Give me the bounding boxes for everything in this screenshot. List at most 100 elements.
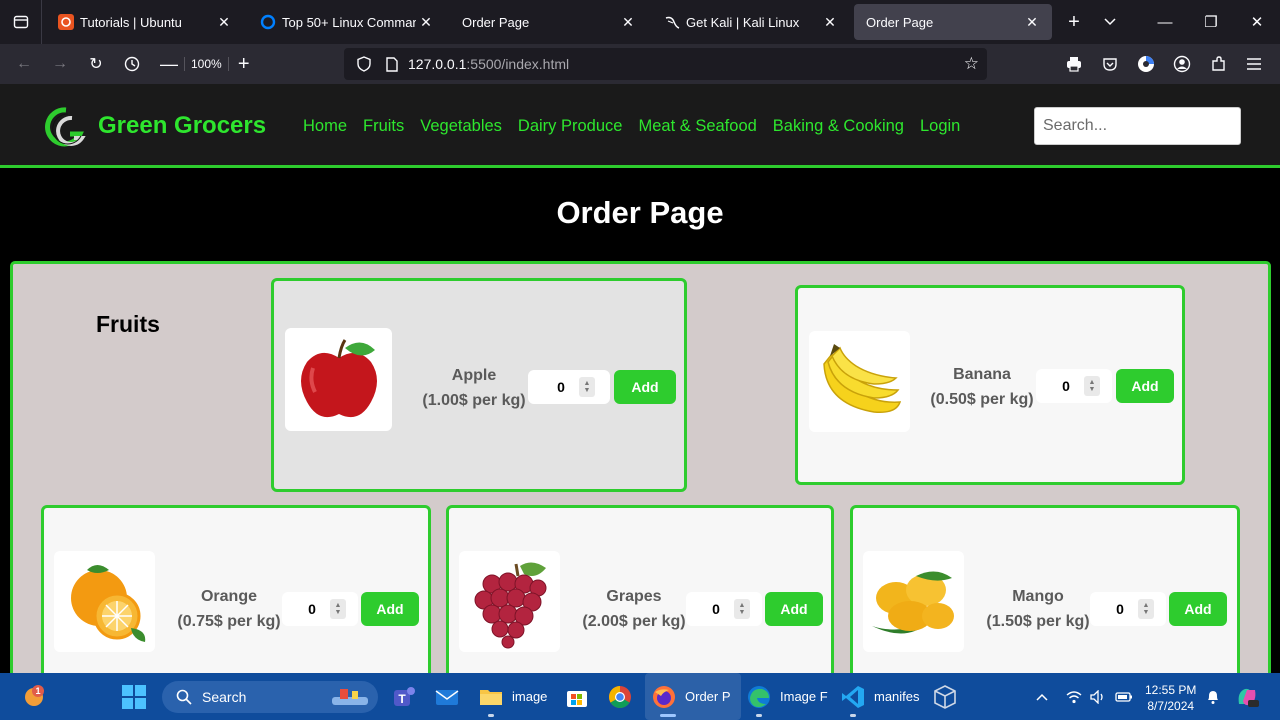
tab-order-page-active[interactable]: Order Page ✕ bbox=[854, 4, 1052, 40]
close-tab-icon[interactable]: ✕ bbox=[820, 14, 840, 31]
spinner-arrows-icon[interactable]: ▲ ▼ bbox=[1084, 376, 1100, 396]
add-to-cart-button[interactable]: Add bbox=[765, 592, 823, 626]
green-grocers-logo[interactable] bbox=[42, 104, 90, 152]
quantity-stepper[interactable]: 0 ▲ ▼ bbox=[686, 592, 762, 626]
notification-bell-icon[interactable] bbox=[1205, 673, 1221, 720]
menu-icon[interactable] bbox=[1236, 48, 1272, 80]
folder-icon bbox=[480, 689, 502, 705]
tab-ubuntu[interactable]: Tutorials | Ubuntu ✕ bbox=[46, 4, 244, 40]
chevron-up-icon[interactable] bbox=[1036, 673, 1048, 720]
start-icon[interactable] bbox=[121, 673, 147, 720]
nav-dairy-produce[interactable]: Dairy Produce bbox=[518, 117, 623, 136]
close-tab-icon[interactable]: ✕ bbox=[214, 14, 234, 31]
forward-icon[interactable]: → bbox=[42, 48, 78, 80]
edge-taskbar-button[interactable]: Image F bbox=[746, 673, 828, 720]
quantity-stepper[interactable]: 0 ▲ ▼ bbox=[528, 370, 610, 404]
spinner-arrows-icon[interactable]: ▲ ▼ bbox=[1138, 599, 1154, 619]
windows-taskbar: 1 Search T image Order P Image F manifes bbox=[0, 673, 1280, 720]
site-header: Green Grocers Home Fruits Vegetables Dai… bbox=[0, 84, 1280, 168]
close-tab-icon[interactable]: ✕ bbox=[618, 14, 638, 31]
quantity-stepper[interactable]: 0 ▲ ▼ bbox=[1090, 592, 1166, 626]
quantity-value[interactable]: 0 bbox=[543, 379, 579, 395]
extensions-icon[interactable] bbox=[1200, 48, 1236, 80]
quantity-value[interactable]: 0 bbox=[294, 601, 330, 617]
zoom-out-icon[interactable]: — bbox=[154, 48, 184, 80]
product-name: Grapes bbox=[606, 588, 662, 605]
file-explorer-button[interactable]: image bbox=[478, 673, 547, 720]
brand-name[interactable]: Green Grocers bbox=[98, 112, 266, 140]
weather-badge: 1 bbox=[35, 686, 40, 696]
chrome-icon[interactable] bbox=[607, 673, 633, 720]
page-icon[interactable] bbox=[380, 56, 404, 72]
copilot-icon[interactable] bbox=[1234, 673, 1260, 720]
firefox-taskbar-button[interactable]: Order P bbox=[645, 673, 741, 720]
tab-title: Order Page bbox=[462, 14, 530, 30]
spinner-arrows-icon[interactable]: ▲ ▼ bbox=[330, 599, 346, 619]
chevron-down-icon[interactable] bbox=[1094, 6, 1126, 38]
new-tab-icon[interactable]: + bbox=[1058, 6, 1090, 38]
close-window-icon[interactable]: ✕ bbox=[1234, 0, 1280, 44]
quantity-stepper[interactable]: 0 ▲ ▼ bbox=[1036, 369, 1112, 403]
weather-widget-icon[interactable]: 1 bbox=[20, 673, 48, 720]
quantity-stepper[interactable]: 0 ▲ ▼ bbox=[282, 592, 358, 626]
search-input[interactable] bbox=[1034, 107, 1241, 145]
nav-vegetables[interactable]: Vegetables bbox=[420, 117, 502, 136]
tab-overview-icon[interactable] bbox=[0, 0, 42, 44]
spinner-arrows-icon[interactable]: ▲ ▼ bbox=[734, 599, 750, 619]
reload-icon[interactable]: ↻ bbox=[78, 48, 114, 80]
nav-home[interactable]: Home bbox=[303, 117, 347, 136]
tab-order-page-1[interactable]: Order Page ✕ bbox=[450, 4, 648, 40]
nav-meat-seafood[interactable]: Meat & Seafood bbox=[638, 117, 756, 136]
restore-icon[interactable]: ❐ bbox=[1188, 0, 1234, 44]
nav-login[interactable]: Login bbox=[920, 117, 960, 136]
pocket-icon[interactable] bbox=[1092, 48, 1128, 80]
taskbar-app-label: Image F bbox=[780, 689, 828, 704]
digitalocean-icon bbox=[260, 14, 276, 30]
product-name: Mango bbox=[1012, 588, 1064, 605]
add-to-cart-button[interactable]: Add bbox=[1169, 592, 1227, 626]
zoom-level[interactable]: 100% bbox=[184, 57, 229, 71]
bookmark-star-icon[interactable]: ☆ bbox=[964, 54, 979, 74]
shield-icon[interactable] bbox=[352, 56, 376, 72]
url-text[interactable]: 127.0.0.1:5500/index.html bbox=[408, 56, 569, 72]
volume-icon[interactable] bbox=[1090, 673, 1106, 720]
add-to-cart-button[interactable]: Add bbox=[614, 370, 676, 404]
battery-icon[interactable] bbox=[1115, 673, 1133, 720]
minimize-icon[interactable]: — bbox=[1142, 0, 1188, 44]
system-clock[interactable]: 12:55 PM 8/7/2024 bbox=[1145, 682, 1196, 714]
tab-kali[interactable]: Get Kali | Kali Linux ✕ bbox=[652, 4, 850, 40]
running-indicator bbox=[660, 714, 676, 717]
account-icon[interactable] bbox=[1164, 48, 1200, 80]
zoom-in-icon[interactable]: + bbox=[229, 48, 259, 80]
browser-tab-bar: Tutorials | Ubuntu ✕ Top 50+ Linux Comma… bbox=[0, 0, 1280, 44]
nav-baking-cooking[interactable]: Baking & Cooking bbox=[773, 117, 904, 136]
vscode-taskbar-button[interactable]: manifes bbox=[840, 673, 920, 720]
extension-colorful-icon[interactable] bbox=[1128, 48, 1164, 80]
address-bar[interactable]: 127.0.0.1:5500/index.html ☆ bbox=[344, 48, 987, 80]
teams-icon[interactable]: T bbox=[390, 673, 416, 720]
nav-fruits[interactable]: Fruits bbox=[363, 117, 404, 136]
add-to-cart-button[interactable]: Add bbox=[361, 592, 419, 626]
tab-linux-commands[interactable]: Top 50+ Linux Commands ✕ bbox=[248, 4, 446, 40]
virtualbox-icon[interactable] bbox=[932, 673, 958, 720]
back-icon[interactable]: ← bbox=[6, 48, 42, 80]
taskbar-app-label: image bbox=[512, 689, 548, 704]
spinner-arrows-icon[interactable]: ▲ ▼ bbox=[579, 377, 595, 397]
clock-time: 12:55 PM bbox=[1145, 683, 1197, 697]
history-icon[interactable] bbox=[114, 48, 150, 80]
quantity-value[interactable]: 0 bbox=[698, 601, 734, 617]
wifi-icon[interactable] bbox=[1066, 673, 1082, 720]
add-to-cart-button[interactable]: Add bbox=[1116, 369, 1174, 403]
quantity-value[interactable]: 0 bbox=[1102, 601, 1138, 617]
browser-nav-bar: ← → ↻ — 100% + 127.0.0.1:5500/index.html… bbox=[0, 44, 1280, 84]
toolbar-right bbox=[1056, 48, 1272, 80]
print-icon[interactable] bbox=[1056, 48, 1092, 80]
mail-icon[interactable] bbox=[434, 673, 460, 720]
taskbar-search[interactable]: Search bbox=[162, 681, 378, 713]
microsoft-store-icon[interactable] bbox=[564, 673, 590, 720]
grapes-image bbox=[459, 551, 560, 652]
close-tab-icon[interactable]: ✕ bbox=[1022, 14, 1042, 31]
quantity-value[interactable]: 0 bbox=[1048, 378, 1084, 394]
product-price: (0.50$ per kg) bbox=[930, 391, 1034, 408]
close-tab-icon[interactable]: ✕ bbox=[416, 14, 436, 31]
